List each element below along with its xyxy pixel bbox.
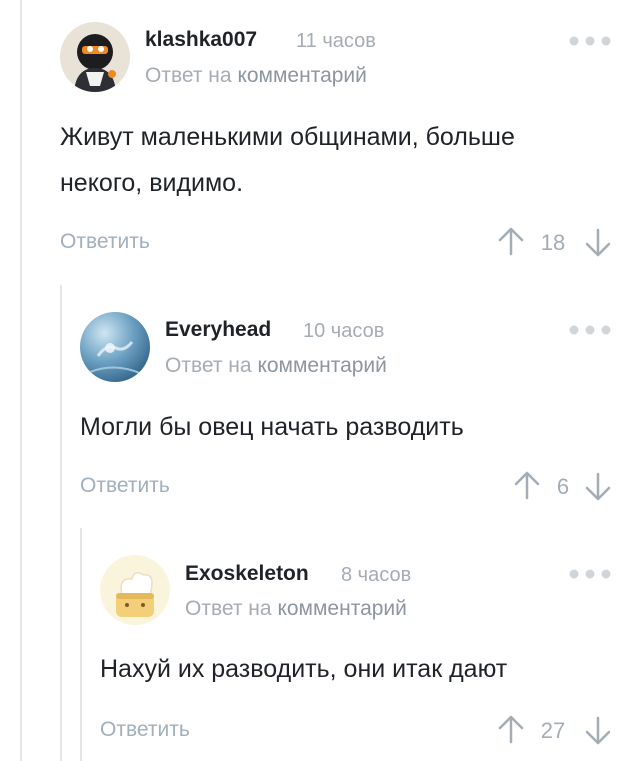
author-name[interactable]: Exoskeleton [185,562,309,586]
more-options-icon[interactable] [568,36,612,46]
thread-rail [60,285,62,761]
comment-text: Живут маленькими общинами, больше некого… [60,123,515,197]
more-options-icon[interactable] [568,569,612,579]
reply-to-link[interactable]: комментарий [277,597,406,620]
downvote-arrow-icon[interactable] [583,472,613,502]
underwater-avatar-icon [80,312,150,382]
reply-to-link[interactable]: комментарий [237,64,366,87]
avatar[interactable] [100,555,170,625]
rating-count: 18 [540,230,566,255]
reply-to-line: Ответ на комментарий [185,597,407,621]
reply-to-prefix: Ответ на [145,64,232,87]
comment-text: Могли бы овец начать разводить [80,413,464,441]
comment-time: 10 часов [303,320,385,342]
upvote-arrow-icon[interactable] [496,714,526,744]
more-options-icon[interactable] [568,325,612,335]
rating-count: 6 [556,474,570,499]
reply-to-link[interactable]: комментарий [257,354,386,377]
reply-button[interactable]: Ответить [60,230,150,254]
reply-to-prefix: Ответ на [185,597,272,620]
avatar[interactable] [60,22,130,92]
comment-time: 11 часов [296,30,376,52]
toast-avatar-icon [100,555,170,625]
upvote-arrow-icon[interactable] [512,470,542,500]
thread-rail [20,0,22,761]
comment-time: 8 часов [341,564,412,586]
avatar[interactable] [80,312,150,382]
author-name[interactable]: Everyhead [165,318,271,342]
penguin-avatar-icon [60,22,130,92]
reply-to-prefix: Ответ на [165,354,252,377]
downvote-arrow-icon[interactable] [583,716,613,746]
reply-to-line: Ответ на комментарий [145,64,367,88]
reply-to-line: Ответ на комментарий [165,354,387,378]
downvote-arrow-icon[interactable] [583,228,613,258]
rating-count: 27 [540,718,566,743]
upvote-arrow-icon[interactable] [496,226,526,256]
thread-rail [80,528,82,761]
reply-button[interactable]: Ответить [100,718,190,742]
reply-button[interactable]: Ответить [80,474,170,498]
author-name[interactable]: klashka007 [145,28,257,52]
comment-text: Нахуй их разводить, они итак дают [100,655,508,683]
